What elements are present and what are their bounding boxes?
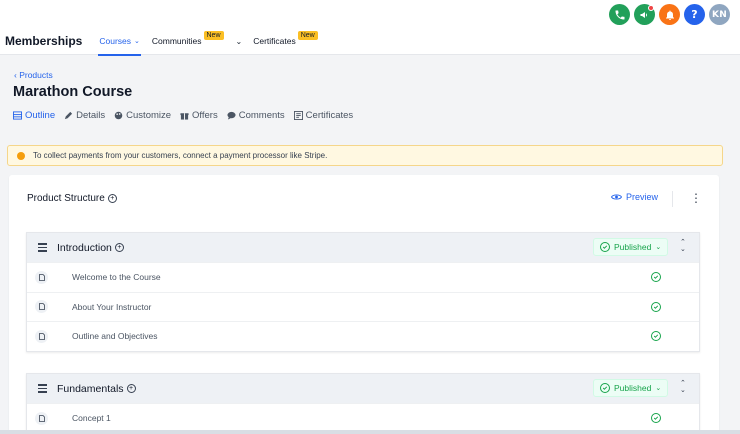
- document-icon: [35, 270, 48, 284]
- section-title-text: Fundamentals: [57, 382, 124, 395]
- status-dropdown[interactable]: Published ⌄: [593, 238, 669, 256]
- payment-alert: To collect payments from your customers,…: [7, 145, 723, 166]
- tab-customize-label: Customize: [126, 110, 172, 121]
- certificate-icon: [293, 111, 303, 120]
- eye-icon: [611, 194, 622, 200]
- lesson-row[interactable]: About Your Instructor: [27, 291, 699, 322]
- drag-handle-icon[interactable]: [38, 384, 47, 393]
- section-title[interactable]: Fundamentals +: [57, 383, 136, 395]
- divider: [672, 191, 673, 207]
- status-label: Published: [614, 242, 652, 252]
- bell-icon[interactable]: [659, 4, 680, 25]
- top-icons: ? KN: [609, 4, 730, 25]
- lesson-row[interactable]: Welcome to the Course: [27, 262, 699, 292]
- tab-courses[interactable]: Courses ⌄: [98, 30, 141, 56]
- check-circle-icon: [651, 272, 661, 282]
- new-badge: New: [297, 30, 318, 40]
- add-circle-icon[interactable]: +: [126, 384, 136, 393]
- preview-label: Preview: [626, 192, 659, 202]
- more-options-icon[interactable]: ⋮: [690, 191, 702, 205]
- megaphone-icon[interactable]: [634, 4, 655, 25]
- avatar[interactable]: KN: [709, 4, 730, 25]
- gift-icon: [180, 113, 189, 120]
- product-structure-title: Product Structure: [27, 193, 105, 204]
- phone-icon[interactable]: [609, 4, 630, 25]
- document-icon: [35, 411, 48, 425]
- tab-customize[interactable]: Customize: [114, 110, 171, 121]
- chevron-down-icon: ⌄: [134, 38, 140, 45]
- help-icon[interactable]: ?: [684, 4, 705, 25]
- page-title: Marathon Course: [13, 84, 133, 100]
- breadcrumb-label: Products: [19, 70, 53, 80]
- tab-offers[interactable]: Offers: [180, 110, 218, 121]
- outline-icon: [13, 111, 22, 120]
- status-label: Published: [614, 383, 652, 393]
- tab-comments-label: Comments: [238, 110, 285, 121]
- lesson-row[interactable]: Outline and Objectives: [27, 321, 699, 351]
- subtabs: Outline Details Customize Offers Comment…: [13, 110, 353, 121]
- lesson-title: Outline and Objectives: [72, 331, 158, 342]
- chevron-down-icon: ⌄: [655, 385, 662, 392]
- breadcrumb[interactable]: ‹ Products: [14, 70, 53, 80]
- chevron-down-icon[interactable]: ⌄: [236, 37, 243, 46]
- tab-comments[interactable]: Comments: [227, 110, 285, 121]
- collapse-toggle-icon[interactable]: ⌃ ⌄: [680, 239, 686, 253]
- chevron-down-icon: ⌄: [655, 244, 662, 251]
- tab-offers-label: Offers: [192, 110, 218, 121]
- check-circle-icon: [600, 242, 610, 252]
- palette-icon: [114, 111, 123, 120]
- section-title[interactable]: Introduction +: [57, 242, 124, 254]
- tab-certificates-product[interactable]: Certificates: [293, 110, 354, 121]
- chat-icon: [227, 111, 236, 120]
- tab-certificates-label: Certificates: [305, 110, 354, 121]
- preview-button[interactable]: Preview: [611, 192, 658, 202]
- status-dropdown[interactable]: Published ⌄: [593, 379, 669, 397]
- lesson-title: Concept 1: [72, 413, 111, 424]
- add-circle-icon[interactable]: +: [114, 243, 124, 252]
- tab-details[interactable]: Details: [64, 110, 105, 121]
- pencil-icon: [65, 111, 73, 120]
- tab-courses-label: Courses: [99, 36, 132, 46]
- section-title-text: Introduction: [57, 241, 112, 254]
- lesson-row[interactable]: Concept 1: [27, 403, 699, 433]
- product-structure-card: Product Structure + Preview ⋮ Introducti…: [9, 175, 719, 434]
- add-circle-icon[interactable]: +: [107, 194, 117, 203]
- lesson-title: About Your Instructor: [72, 301, 152, 312]
- check-circle-icon: [651, 301, 661, 312]
- tab-communities-label: Communities: [151, 36, 202, 46]
- check-circle-icon: [651, 331, 661, 341]
- section-header: Introduction + Published ⌄ ⌃ ⌄: [27, 233, 699, 262]
- window-bottom-edge: [0, 430, 740, 434]
- tab-outline-label: Outline: [25, 110, 56, 121]
- notification-dot: [648, 5, 654, 11]
- brand-title: Memberships: [5, 34, 83, 48]
- product-structure-heading: Product Structure +: [27, 193, 117, 204]
- warning-icon: [17, 151, 25, 160]
- check-circle-icon: [651, 413, 661, 423]
- document-icon: [35, 329, 48, 343]
- tab-certificates[interactable]: Certificates New: [253, 30, 318, 52]
- top-navigation-bar: ? KN Memberships Courses ⌄ Communities N…: [0, 0, 740, 56]
- tab-details-label: Details: [76, 110, 106, 121]
- section-header: Fundamentals + Published ⌄ ⌃ ⌄: [27, 374, 699, 403]
- tab-certificates-label: Certificates: [253, 36, 296, 46]
- tab-communities[interactable]: Communities New: [152, 30, 224, 52]
- alert-text: To collect payments from your customers,…: [33, 151, 328, 160]
- section-introduction: Introduction + Published ⌄ ⌃ ⌄ Welcome to…: [26, 232, 700, 352]
- lesson-title: Welcome to the Course: [72, 272, 161, 283]
- section-fundamentals: Fundamentals + Published ⌄ ⌃ ⌄ Concept 1: [26, 373, 700, 434]
- collapse-toggle-icon[interactable]: ⌃ ⌄: [680, 380, 686, 394]
- check-circle-icon: [600, 383, 610, 393]
- drag-handle-icon[interactable]: [38, 243, 47, 252]
- tab-outline[interactable]: Outline: [13, 110, 55, 121]
- main-nav: Memberships Courses ⌄ Communities New ⌄ …: [5, 30, 330, 56]
- new-badge: New: [203, 30, 224, 40]
- document-icon: [35, 300, 48, 314]
